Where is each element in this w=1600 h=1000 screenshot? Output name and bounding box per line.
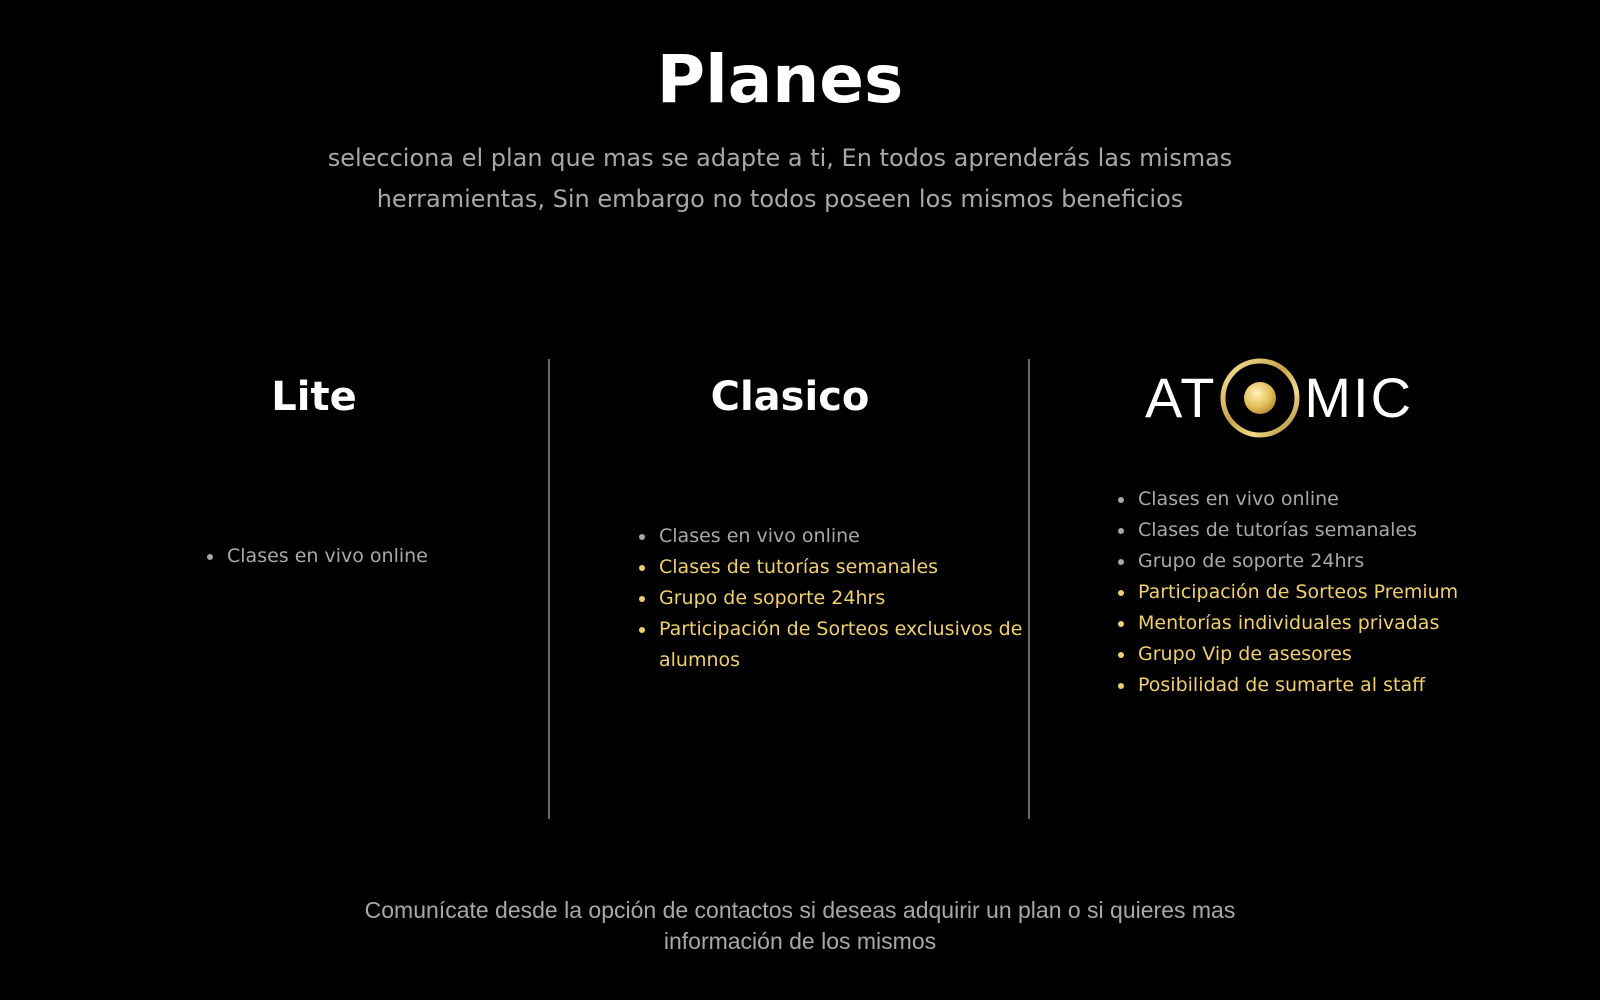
column-divider <box>1028 359 1030 819</box>
page-subtitle: selecciona el plan que mas se adapte a t… <box>327 144 1233 213</box>
logo-text-left: AT <box>1145 366 1217 429</box>
feature-item: Clases en vivo online <box>225 541 525 572</box>
feature-item: Clases de tutorías semanales <box>657 552 1027 583</box>
feature-item: Grupo de soporte 24hrs <box>657 583 1027 614</box>
feature-item: Grupo Vip de asesores <box>1136 639 1506 670</box>
feature-item: Clases en vivo online <box>1136 484 1506 515</box>
feature-item: Grupo de soporte 24hrs <box>1136 546 1506 577</box>
feature-item: Mentorías individuales privadas <box>1136 608 1506 639</box>
logo-text-right: MIC <box>1304 366 1414 429</box>
plans-page: Planes selecciona el plan que mas se ada… <box>0 0 1600 1000</box>
feature-item: Clases en vivo online <box>657 521 1027 552</box>
footer-contact-note: Comunícate desde la opción de contactos … <box>364 897 1236 954</box>
feature-item: Posibilidad de sumarte al staff <box>1136 670 1506 701</box>
gold-ring-icon <box>1218 356 1302 440</box>
atomic-logo: AT MIC <box>1145 354 1411 442</box>
feature-item: Participación de Sorteos exclusivos de a… <box>657 614 1027 676</box>
plan-name-clasico: Clasico <box>710 374 870 420</box>
plan-features-clasico: Clases en vivo onlineClases de tutorías … <box>632 521 1027 676</box>
feature-item: Participación de Sorteos Premium <box>1136 577 1506 608</box>
column-divider <box>548 359 550 819</box>
feature-item: Clases de tutorías semanales <box>1136 515 1506 546</box>
page-title: Planes <box>656 41 904 118</box>
plan-features-lite: Clases en vivo online <box>200 541 525 572</box>
plan-features-atomic: Clases en vivo onlineClases de tutorías … <box>1111 484 1506 701</box>
plan-name-lite: Lite <box>271 374 357 420</box>
